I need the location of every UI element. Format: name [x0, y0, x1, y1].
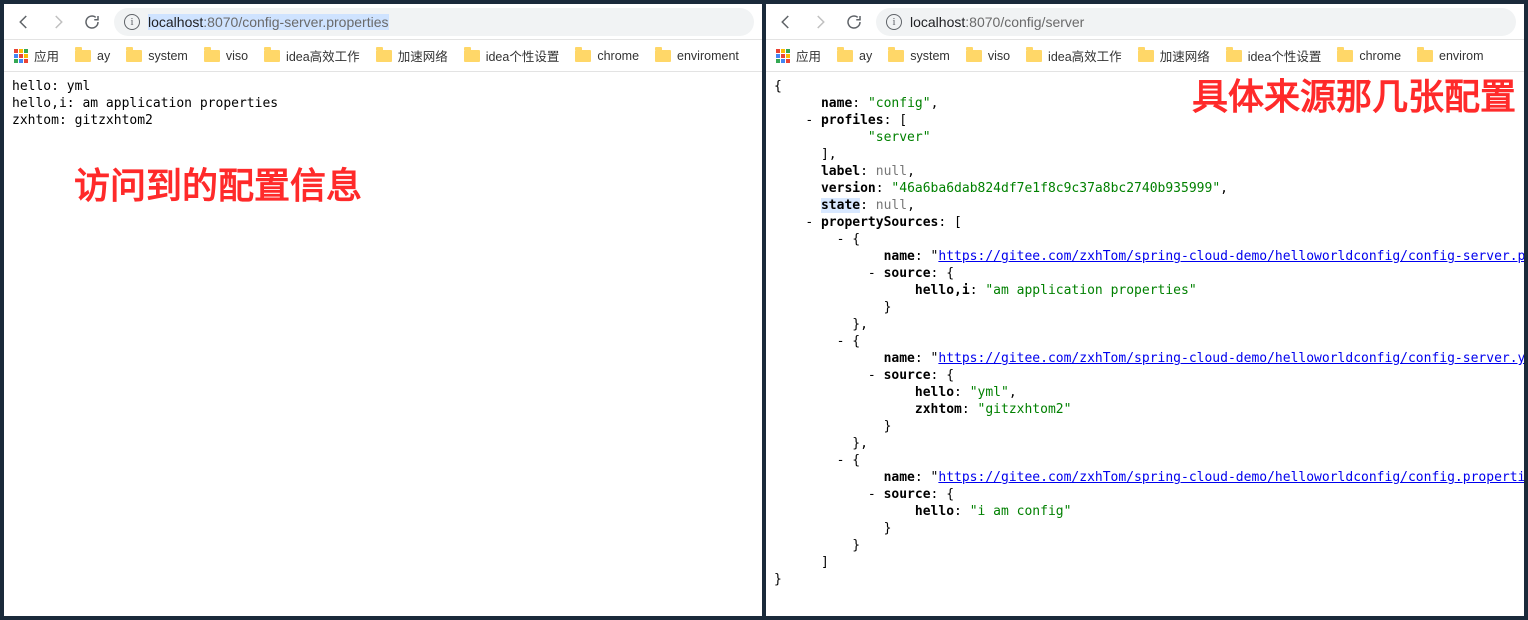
bookmark-label: idea个性设置 [486, 46, 560, 65]
bookmark-label: 加速网络 [398, 46, 448, 65]
arrow-right-icon [49, 13, 67, 31]
collapse-toggle[interactable]: - [868, 266, 884, 281]
address-bar[interactable]: i localhost:8070/config-server.propertie… [114, 8, 754, 36]
url-link[interactable]: https://gitee.com/zxhTom/spring-cloud-de… [938, 249, 1524, 264]
bookmark-label: envirom [1439, 49, 1483, 63]
folder-icon [966, 50, 982, 62]
folder-icon [655, 50, 671, 62]
folder-icon [264, 50, 280, 62]
browser-window-right: i localhost:8070/config/server 应用 ay syste… [766, 4, 1524, 616]
collapse-toggle[interactable]: - [837, 232, 853, 247]
bookmarks-bar: 应用 ay system viso idea高效工作 加速网络 idea个性设置 chrome… [766, 40, 1524, 72]
toolbar: i localhost:8070/config/server [766, 4, 1524, 40]
folder-icon [1026, 50, 1042, 62]
bookmark-folder[interactable]: chrome [575, 49, 639, 63]
bookmark-folder[interactable]: system [126, 49, 188, 63]
bookmark-folder[interactable]: idea高效工作 [1026, 46, 1122, 65]
folder-icon [1138, 50, 1154, 62]
bookmark-folder[interactable]: enviroment [655, 49, 739, 63]
bookmark-folder[interactable]: ay [837, 49, 872, 63]
collapse-toggle[interactable]: - [805, 113, 821, 128]
bookmark-folder[interactable]: 加速网络 [376, 46, 448, 65]
url-port: :8070 [203, 14, 238, 30]
bookmark-folder[interactable]: idea个性设置 [1226, 46, 1322, 65]
bookmark-folder[interactable]: viso [966, 49, 1010, 63]
url-path: /config-server.properties [238, 14, 388, 30]
folder-icon [126, 50, 142, 62]
url-link[interactable]: https://gitee.com/zxhTom/spring-cloud-de… [938, 470, 1524, 485]
address-bar[interactable]: i localhost:8070/config/server [876, 8, 1516, 36]
reload-button[interactable] [80, 10, 104, 34]
bookmark-label: system [148, 49, 188, 63]
bookmark-folder[interactable]: idea个性设置 [464, 46, 560, 65]
folder-icon [888, 50, 904, 62]
folder-icon [75, 50, 91, 62]
url-host: localhost [148, 14, 203, 30]
bookmark-label: enviroment [677, 49, 739, 63]
bookmark-label: ay [97, 49, 110, 63]
reload-icon [83, 13, 101, 31]
collapse-toggle[interactable]: - [837, 453, 853, 468]
toolbar: i localhost:8070/config-server.propertie… [4, 4, 762, 40]
url-path: /config/server [1000, 14, 1084, 30]
back-button[interactable] [12, 10, 36, 34]
bookmark-label: 加速网络 [1160, 46, 1210, 65]
bookmark-label: viso [226, 49, 248, 63]
collapse-toggle[interactable]: - [868, 368, 884, 383]
bookmark-folder[interactable]: ay [75, 49, 110, 63]
folder-icon [1226, 50, 1242, 62]
reload-button[interactable] [842, 10, 866, 34]
bookmark-label: viso [988, 49, 1010, 63]
collapse-toggle[interactable]: - [837, 334, 853, 349]
collapse-toggle[interactable]: - [868, 487, 884, 502]
site-info-icon[interactable]: i [124, 14, 140, 30]
arrow-left-icon [15, 13, 33, 31]
apps-shortcut[interactable]: 应用 [776, 46, 821, 65]
page-content: { name: "config", - profiles: [ "server"… [766, 72, 1524, 616]
bookmark-label: idea个性设置 [1248, 46, 1322, 65]
json-output: { name: "config", - profiles: [ "server"… [774, 78, 1516, 588]
page-content: hello: yml hello,i: am application prope… [4, 72, 762, 616]
forward-button[interactable] [808, 10, 832, 34]
apps-icon [776, 49, 790, 63]
bookmark-label: chrome [597, 49, 639, 63]
folder-icon [376, 50, 392, 62]
bookmark-folder[interactable]: idea高效工作 [264, 46, 360, 65]
url-host: localhost [910, 14, 965, 30]
apps-shortcut[interactable]: 应用 [14, 46, 59, 65]
folder-icon [1417, 50, 1433, 62]
folder-icon [837, 50, 853, 62]
arrow-left-icon [777, 13, 795, 31]
folder-icon [1337, 50, 1353, 62]
reload-icon [845, 13, 863, 31]
folder-icon [204, 50, 220, 62]
bookmark-label: idea高效工作 [286, 46, 360, 65]
apps-icon [14, 49, 28, 63]
bookmark-folder[interactable]: envirom [1417, 49, 1483, 63]
bookmark-label: ay [859, 49, 872, 63]
collapse-toggle[interactable]: - [805, 215, 821, 230]
url-port: :8070 [965, 14, 1000, 30]
folder-icon [575, 50, 591, 62]
bookmark-folder[interactable]: chrome [1337, 49, 1401, 63]
apps-label: 应用 [34, 46, 59, 65]
bookmark-folder[interactable]: system [888, 49, 950, 63]
bookmark-label: chrome [1359, 49, 1401, 63]
folder-icon [464, 50, 480, 62]
browser-window-left: i localhost:8070/config-server.propertie… [4, 4, 762, 616]
annotation-left: 访问到的配置信息 [74, 177, 362, 194]
url-link[interactable]: https://gitee.com/zxhTom/spring-cloud-de… [938, 351, 1524, 366]
apps-label: 应用 [796, 46, 821, 65]
bookmark-folder[interactable]: 加速网络 [1138, 46, 1210, 65]
annotation-right: 具体来源那几张配置 [1192, 88, 1516, 105]
properties-output: hello: yml hello,i: am application prope… [12, 78, 754, 129]
arrow-right-icon [811, 13, 829, 31]
forward-button[interactable] [46, 10, 70, 34]
back-button[interactable] [774, 10, 798, 34]
bookmark-label: system [910, 49, 950, 63]
bookmark-label: idea高效工作 [1048, 46, 1122, 65]
bookmarks-bar: 应用 ay system viso idea高效工作 加速网络 idea个性设置 chrome… [4, 40, 762, 72]
bookmark-folder[interactable]: viso [204, 49, 248, 63]
site-info-icon[interactable]: i [886, 14, 902, 30]
